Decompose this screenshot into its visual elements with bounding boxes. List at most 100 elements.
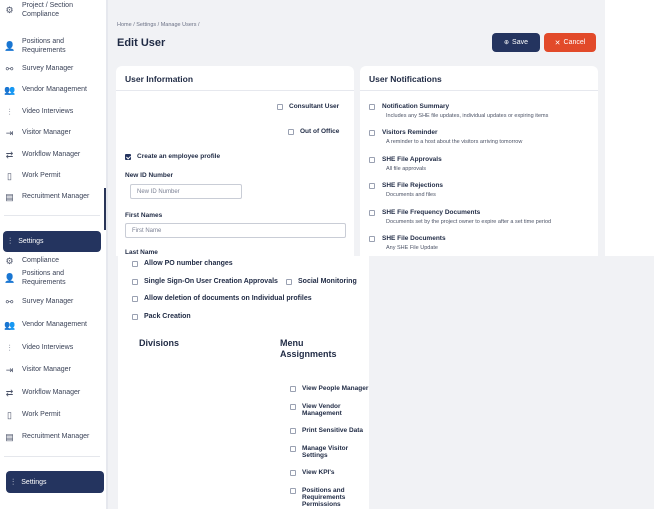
menu-assignment-item[interactable]: Print Sensitive Data	[290, 427, 363, 434]
sidebar-item-label: Video Interviews	[22, 344, 74, 351]
sidebar-item-label: Video Interviews	[22, 108, 74, 115]
menu-assignment-item[interactable]: View Vendor Management	[290, 403, 357, 417]
checkbox[interactable]	[369, 129, 375, 136]
checkbox[interactable]	[286, 278, 292, 285]
sidebar-item-label: Vendor Management	[22, 321, 87, 328]
notification-title: SHE File Rejections	[382, 182, 444, 189]
allow-deletion-checkbox[interactable]: Allow deletion of documents on Individua…	[132, 295, 312, 302]
checkbox-checked[interactable]	[125, 153, 131, 160]
sidebar-item-work-permit[interactable]: ▯ Work Permit	[4, 411, 60, 420]
sso-approvals-label: Single Sign-On User Creation Approvals	[144, 278, 278, 285]
checkbox[interactable]	[132, 260, 138, 267]
checkbox[interactable]	[290, 428, 296, 434]
first-name-input[interactable]: First Name	[125, 223, 346, 238]
sidebar-item-settings[interactable]: ⫶ Settings	[6, 471, 104, 493]
main-content-bottom: Allow PO number changes Single Sign-On U…	[108, 256, 654, 509]
allow-po-checkbox[interactable]: Allow PO number changes	[132, 260, 233, 267]
sidebar-item-recruitment[interactable]: ▤ Recruitment Manager	[4, 193, 89, 202]
sidebar-item-project-compliance[interactable]: ⚙ Project / Section Compliance	[4, 2, 94, 19]
sidebar-item-positions[interactable]: 👤 Positions and Requirements	[4, 38, 82, 55]
sidebar-scrollbar[interactable]	[104, 188, 106, 230]
sidebar-item-positions[interactable]: 👤 Positions and Requirements	[4, 270, 82, 287]
checkbox[interactable]	[288, 128, 294, 135]
checkbox[interactable]	[369, 182, 375, 189]
notification-description: Includes any SHE file updates, individua…	[386, 113, 549, 119]
card-divider	[360, 90, 598, 91]
sidebar-item-visitor[interactable]: ⇥ Visitor Manager	[4, 129, 71, 138]
sidebar-item-vendor[interactable]: 👥 Vendor Management	[4, 321, 87, 330]
sidebar-item-label: Survey Manager	[22, 65, 74, 72]
sidebar-top: ⚙ Project / Section Compliance 👤 Positio…	[0, 0, 108, 256]
sliders-icon: ⫶	[8, 107, 11, 117]
divisions-heading: Divisions	[139, 338, 180, 348]
out-of-office-checkbox[interactable]: Out of Office	[288, 128, 339, 135]
create-employee-profile-label: Create an employee profile	[137, 153, 221, 160]
create-employee-profile-checkbox[interactable]: Create an employee profile	[125, 153, 220, 160]
sidebar-item-recruitment[interactable]: ▤ Recruitment Manager	[4, 433, 89, 442]
social-monitoring-label: Social Monitoring	[298, 278, 357, 285]
enter-icon: ⇥	[5, 128, 14, 138]
sliders-icon: ⫶	[8, 343, 11, 353]
social-monitoring-checkbox[interactable]: Social Monitoring	[286, 278, 357, 285]
out-of-office-label: Out of Office	[300, 128, 340, 135]
checkbox[interactable]	[290, 488, 296, 494]
notification-title: Notification Summary	[382, 103, 450, 110]
nodes-icon: ⚯	[5, 64, 14, 74]
sidebar-item-workflow[interactable]: ⇄ Workflow Manager	[4, 150, 81, 160]
pack-creation-label: Pack Creation	[144, 313, 191, 320]
checkbox[interactable]	[369, 103, 375, 110]
notification-item: SHE File Approvals All file approvals	[369, 156, 442, 172]
sidebar-item-settings[interactable]: ⫶ Settings	[3, 231, 101, 252]
checkbox[interactable]	[290, 404, 296, 410]
arrows-icon: ⇄	[5, 150, 14, 160]
user-information-title: User Information	[125, 74, 194, 84]
sidebar-item-survey[interactable]: ⚯ Survey Manager	[4, 64, 74, 74]
checkbox[interactable]	[290, 386, 296, 392]
sidebar-item-workflow[interactable]: ⇄ Workflow Manager	[4, 389, 81, 398]
sidebar-item-work-permit[interactable]: ▯ Work Permit	[4, 172, 60, 181]
consultant-user-checkbox[interactable]: Consultant User	[277, 103, 339, 110]
sidebar-item-compliance[interactable]: ⚙ Compliance	[4, 257, 59, 266]
checkbox[interactable]	[132, 278, 138, 285]
menu-assignment-item[interactable]: View People Manager	[290, 385, 368, 392]
breadcrumb[interactable]: Home / Settings / Manage Users /	[117, 22, 200, 28]
cancel-button[interactable]: ✕ Cancel	[544, 33, 596, 52]
menu-assignment-item[interactable]: Positions and Requirements Permissions	[290, 487, 357, 508]
sidebar-item-label: Work Permit	[22, 411, 61, 418]
page-title: Edit User	[117, 37, 166, 49]
checkbox[interactable]	[290, 446, 296, 452]
notification-item: Notification Summary Includes any SHE fi…	[369, 103, 548, 119]
sidebar-item-label: Workflow Manager	[22, 389, 81, 396]
checkbox[interactable]	[369, 156, 375, 163]
menu-assignment-item[interactable]: View KPI's	[290, 469, 335, 476]
save-button-label: Save	[512, 39, 528, 46]
sso-approvals-checkbox[interactable]: Single Sign-On User Creation Approvals	[132, 278, 278, 285]
checkbox[interactable]	[290, 470, 296, 476]
user-information-card: User Information Consultant User Out of …	[116, 66, 354, 256]
save-button[interactable]: ⊕ Save	[492, 33, 540, 52]
checkbox[interactable]	[277, 103, 283, 110]
user-plus-icon: 👤	[4, 273, 16, 284]
checkbox[interactable]	[132, 295, 138, 302]
sidebar-item-survey[interactable]: ⚯ Survey Manager	[4, 298, 74, 307]
notification-item: SHE File Rejections Documents and files	[369, 182, 443, 198]
sidebar-item-video[interactable]: ⫶ Video Interviews	[4, 344, 73, 353]
sidebar-divider	[4, 215, 100, 216]
sidebar-item-label: Compliance	[22, 257, 59, 264]
new-id-number-input[interactable]: New ID Number	[130, 184, 242, 199]
notification-item: SHE File Frequency Documents Documents s…	[369, 209, 551, 225]
menu-assignment-label: View People Manager	[302, 385, 369, 392]
sidebar-item-vendor[interactable]: 👥 Vendor Management	[4, 86, 87, 95]
enter-icon: ⇥	[5, 365, 14, 375]
sidebar-item-label: Settings	[18, 238, 44, 245]
checkbox[interactable]	[132, 313, 138, 320]
sidebar-item-visitor[interactable]: ⇥ Visitor Manager	[4, 366, 71, 375]
checkbox[interactable]	[369, 209, 375, 216]
notification-item: Visitors Reminder A reminder to a host a…	[369, 129, 522, 145]
checkbox[interactable]	[369, 235, 375, 242]
notification-description: A reminder to a host about the visitors …	[386, 139, 523, 145]
pack-creation-checkbox[interactable]: Pack Creation	[132, 313, 191, 320]
menu-assignment-item[interactable]: Manage Visitor Settings	[290, 445, 357, 459]
close-icon: ✕	[554, 39, 561, 47]
sidebar-item-video[interactable]: ⫶ Video Interviews	[4, 108, 73, 117]
